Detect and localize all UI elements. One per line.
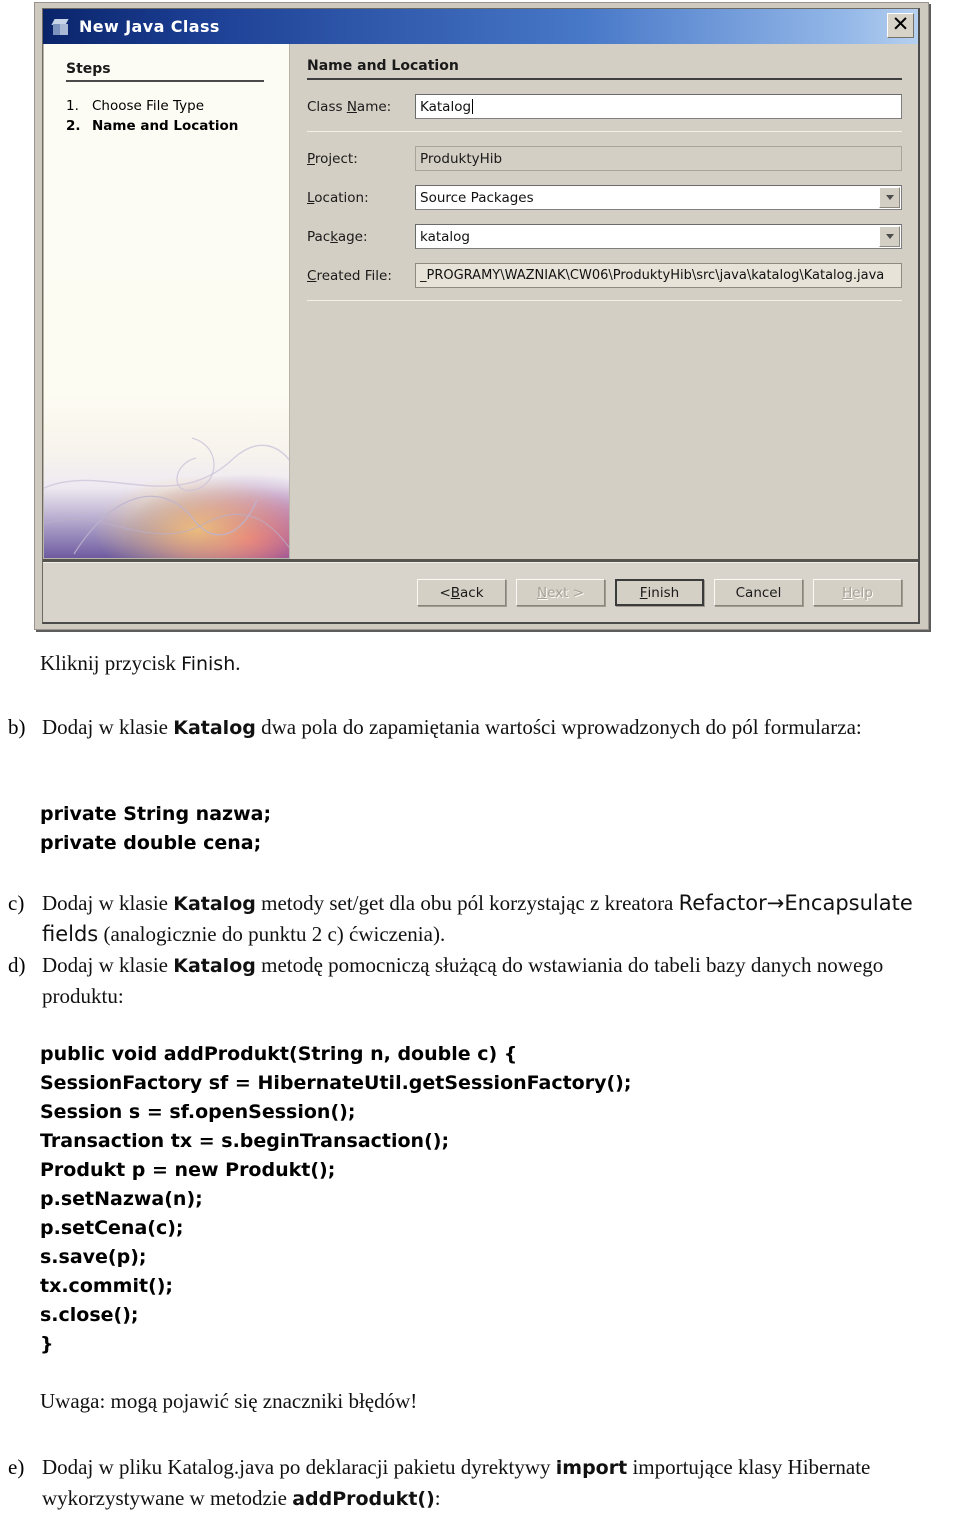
project-row: Project: ProduktyHib (307, 146, 902, 171)
chevron-down-icon[interactable] (879, 187, 900, 208)
created-file-field: _PROGRAMY\WAZNIAK\CW06\ProduktyHib\src\j… (415, 263, 902, 288)
list-item-text: Dodaj w klasie Katalog metody set/get dl… (42, 891, 913, 946)
list-item-b: b) Dodaj w klasie Katalog dwa pola do za… (8, 712, 932, 743)
package-label: Package: (307, 228, 368, 245)
content-heading: Name and Location (307, 58, 902, 80)
created-file-label: Created File: (307, 267, 392, 284)
list-item-text: Dodaj w pliku Katalog.java po deklaracji… (42, 1455, 871, 1510)
text-caret (472, 99, 474, 114)
decorative-artwork (44, 428, 289, 558)
step-item-2: 2. Name and Location (66, 116, 289, 136)
bottom-divider (307, 300, 902, 301)
step-number: 1. (66, 98, 79, 114)
list-item-c: c) Dodaj w klasie Katalog metody set/get… (8, 888, 932, 949)
inline-code-katalog: Katalog (173, 955, 256, 977)
package-row: Package: katalog (307, 224, 902, 249)
finish-instruction: Kliknij przycisk Finish. (40, 651, 241, 675)
package-combobox[interactable]: katalog (415, 224, 902, 249)
dialog-button-bar: < Back Next > Finish Cancel Help (43, 562, 918, 622)
next-button: Next > (516, 579, 605, 606)
class-name-label: Class Name: (307, 98, 392, 115)
cancel-button[interactable]: Cancel (714, 579, 803, 606)
inline-code-katalog: Katalog (173, 717, 256, 739)
steps-panel: Steps 1. Choose File Type 2. Name and Lo… (43, 44, 290, 559)
location-label: Location: (307, 189, 369, 206)
step-number: 2. (66, 118, 81, 134)
dialog-screenshot: New Java Class ✕ Steps 1. Choose File Ty… (34, 2, 929, 630)
new-java-class-dialog: New Java Class ✕ Steps 1. Choose File Ty… (42, 8, 920, 624)
inline-code-addprodukt: addProdukt() (292, 1488, 435, 1510)
list-marker: c) (8, 891, 25, 915)
list-marker: b) (8, 715, 26, 739)
class-name-input[interactable]: Katalog (415, 94, 902, 119)
location-row: Location: Source Packages (307, 185, 902, 210)
steps-heading: Steps (66, 61, 264, 82)
help-button: Help (813, 579, 902, 606)
dialog-body: Steps 1. Choose File Type 2. Name and Lo… (43, 44, 918, 562)
list-marker: e) (8, 1455, 25, 1479)
dialog-title: New Java Class (79, 17, 220, 36)
inline-code-import: import (555, 1457, 628, 1479)
section-divider (307, 131, 902, 132)
warning-note: Uwaga: mogą pojawić się znaczniki błędów… (40, 1389, 418, 1413)
list-item-text: Dodaj w klasie Katalog metodę pomocniczą… (42, 953, 884, 1008)
steps-list: 1. Choose File Type 2. Name and Location (66, 96, 289, 136)
inline-code-finish: Finish (181, 653, 236, 675)
list-item-e: e) Dodaj w pliku Katalog.java po deklara… (8, 1452, 932, 1514)
code-block-fields: private String nazwa; private double cen… (40, 803, 272, 854)
class-name-row: Class Name: Katalog (307, 94, 902, 119)
inline-code-katalog: Katalog (173, 893, 256, 915)
back-button[interactable]: < Back (417, 579, 506, 606)
location-combobox[interactable]: Source Packages (415, 185, 902, 210)
list-item-text: Dodaj w klasie Katalog dwa pola do zapam… (42, 715, 862, 739)
created-file-row: Created File: _PROGRAMY\WAZNIAK\CW06\Pro… (307, 263, 902, 288)
project-field: ProduktyHib (415, 146, 902, 171)
step-label: Name and Location (92, 118, 239, 134)
chevron-down-icon[interactable] (879, 226, 900, 247)
content-panel: Name and Location Class Name: Katalog Pr… (290, 44, 918, 559)
list-marker: d) (8, 953, 26, 977)
close-icon[interactable]: ✕ (887, 13, 914, 38)
java-cube-icon (51, 17, 71, 37)
project-label: Project: (307, 150, 358, 167)
dialog-titlebar[interactable]: New Java Class ✕ (43, 9, 918, 44)
step-item-1: 1. Choose File Type (66, 96, 289, 116)
finish-button[interactable]: Finish (615, 579, 704, 606)
code-block-method: public void addProdukt(String n, double … (40, 1043, 632, 1355)
step-label: Choose File Type (92, 98, 205, 114)
list-item-d: d) Dodaj w klasie Katalog metodę pomocni… (8, 950, 932, 1011)
